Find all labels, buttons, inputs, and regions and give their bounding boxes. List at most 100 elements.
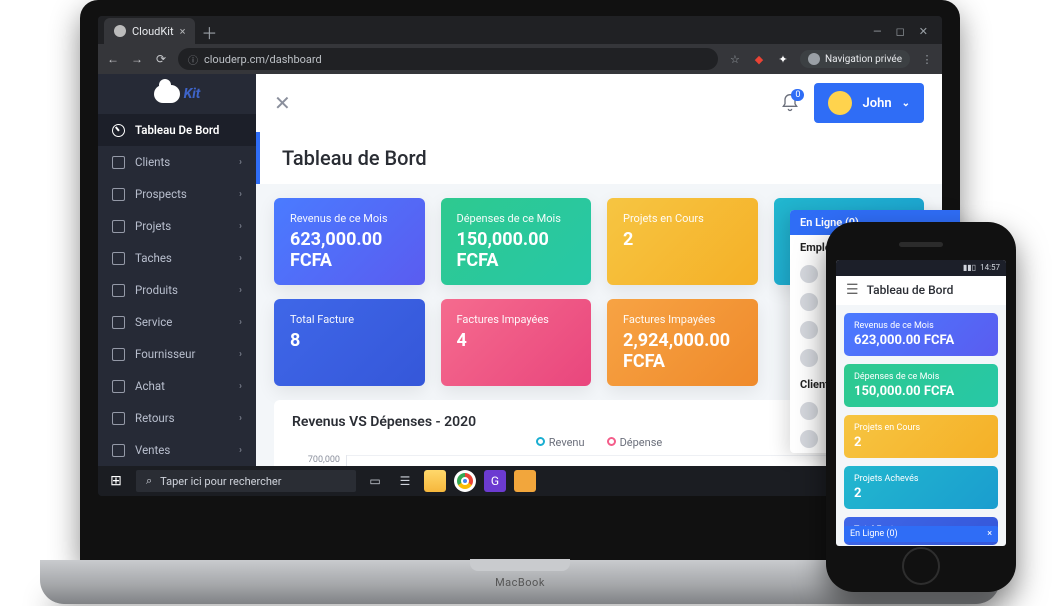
taskbar-search-placeholder: Taper ici pour rechercher	[160, 475, 281, 488]
phone-menu-button[interactable]: ☰	[846, 282, 859, 298]
taskbar-generic-icon[interactable]: ☰	[394, 470, 416, 492]
user-name: John	[862, 96, 891, 111]
file-explorer-icon[interactable]	[424, 470, 446, 492]
phone-online-bar[interactable]: En Ligne (0) ×	[844, 526, 998, 542]
brand-logo[interactable]: Kit	[98, 74, 256, 114]
window-maximize-button[interactable]: ◻	[896, 25, 905, 38]
app-topbar: ✕ 0 John ⌄	[256, 74, 942, 132]
stat-card-value: 8	[290, 330, 409, 351]
sidebar-item-10[interactable]: Ventes›	[98, 434, 256, 466]
sidebar-item-label: Produits	[135, 283, 178, 297]
taskview-icon[interactable]: ▭	[364, 470, 386, 492]
url-text: clouderp.cm/dashboard	[204, 53, 322, 66]
incognito-label: Navigation privée	[825, 54, 902, 65]
nav-reload-button[interactable]: ⟳	[154, 52, 168, 66]
sidebar-item-icon	[112, 220, 125, 233]
stat-card[interactable]: Projets en Cours 2	[607, 198, 758, 285]
new-tab-button[interactable]: ＋	[197, 20, 221, 44]
extension-red-icon[interactable]: ◆	[752, 52, 766, 66]
sidebar-item-9[interactable]: Retours›	[98, 402, 256, 434]
sidebar-item-icon	[112, 124, 125, 137]
sidebar-item-1[interactable]: Clients›	[98, 146, 256, 178]
taskbar-search[interactable]: ⌕ Taper ici pour rechercher	[136, 470, 356, 492]
stat-card[interactable]: Revenus de ce Mois623,000.00 FCFA	[274, 198, 425, 285]
legend-depense: Dépense	[607, 436, 663, 449]
sidebar-item-icon	[112, 284, 125, 297]
stat-card[interactable]: Total Facture8	[274, 299, 425, 386]
extension-puzzle-icon[interactable]: ✦	[776, 52, 790, 66]
phone-stat-card[interactable]: Revenus de ce Mois623,000.00 FCFA	[844, 313, 998, 356]
sidebar-item-3[interactable]: Projets ›	[98, 210, 256, 242]
bookmark-star-icon[interactable]: ☆	[728, 52, 742, 66]
y-tick: 700,000	[292, 455, 340, 465]
sidebar-item-0[interactable]: Tableau De Bord	[98, 114, 256, 146]
chevron-right-icon: ›	[239, 317, 242, 328]
stat-card-label: Projets en Cours	[623, 212, 742, 225]
phone-stat-card-value: 2	[854, 486, 988, 501]
user-menu-button[interactable]: John ⌄	[814, 83, 924, 123]
sidebar-item-label: Ventes	[135, 443, 170, 457]
chevron-right-icon: ›	[239, 381, 242, 392]
incognito-icon	[808, 53, 820, 65]
phone-stat-card-value: 150,000.00 FCFA	[854, 384, 988, 399]
stat-card-label: Dépenses de ce Mois	[457, 212, 576, 225]
chevron-right-icon: ›	[239, 349, 242, 360]
sidebar: Kit Tableau De BordClients›Prospects›Pro…	[98, 74, 256, 466]
browser-menu-icon[interactable]: ⋮	[920, 52, 934, 66]
browser-tab[interactable]: CloudKit ×	[104, 18, 195, 44]
tab-close-icon[interactable]: ×	[180, 25, 186, 38]
phone-mock: ▮▮▯ 14:57 ☰ Tableau de Bord Revenus de c…	[826, 222, 1016, 592]
avatar	[800, 430, 818, 448]
notifications-button[interactable]: 0	[780, 93, 800, 113]
menu-toggle-button[interactable]: ✕	[274, 91, 291, 115]
sidebar-item-label: Tableau De Bord	[135, 123, 219, 137]
nav-back-button[interactable]: ←	[106, 52, 120, 66]
phone-stat-card[interactable]: Projets en Cours2	[844, 415, 998, 458]
phone-online-label: En Ligne (0)	[850, 529, 898, 539]
sidebar-item-8[interactable]: Achat›	[98, 370, 256, 402]
sidebar-item-2[interactable]: Prospects›	[98, 178, 256, 210]
page-title: Tableau de Bord	[282, 146, 920, 170]
nav-forward-button[interactable]: →	[130, 52, 144, 66]
signal-icon: ▮▮▯	[963, 263, 976, 272]
phone-stat-card[interactable]: Projets Achevés 2	[844, 466, 998, 509]
taskbar-app-orange-icon[interactable]	[514, 470, 536, 492]
chevron-right-icon: ›	[239, 413, 242, 424]
start-button[interactable]: ⊞	[104, 473, 128, 489]
sidebar-item-4[interactable]: Taches›	[98, 242, 256, 274]
chevron-down-icon: ⌄	[902, 98, 910, 109]
window-minimize-button[interactable]: —	[873, 25, 882, 38]
site-info-icon: ⓘ	[188, 52, 198, 67]
phone-online-close-icon[interactable]: ×	[987, 529, 992, 539]
avatar	[828, 91, 852, 115]
chevron-right-icon: ›	[239, 221, 242, 232]
sidebar-item-7[interactable]: Fournisseur›	[98, 338, 256, 370]
taskbar-app-purple-icon[interactable]: G	[484, 470, 506, 492]
stat-card[interactable]: Dépenses de ce Mois150,000.00 FCFA	[441, 198, 592, 285]
sidebar-item-icon	[112, 380, 125, 393]
stat-card[interactable]: Factures Impayées2,924,000.00 FCFA	[607, 299, 758, 386]
sidebar-item-6[interactable]: Service ›	[98, 306, 256, 338]
stat-card-value: 4	[457, 330, 576, 351]
chart-plot	[346, 455, 906, 466]
sidebar-item-label: Projets	[135, 219, 171, 233]
stat-card-value: 2	[623, 229, 742, 250]
chevron-right-icon: ›	[239, 285, 242, 296]
url-field[interactable]: ⓘ clouderp.cm/dashboard	[178, 48, 718, 70]
tab-favicon-icon	[114, 25, 126, 37]
stat-card-value: 623,000.00 FCFA	[290, 229, 409, 271]
sidebar-item-icon	[112, 316, 125, 329]
chevron-right-icon: ›	[239, 253, 242, 264]
phone-stat-card-label: Projets Achevés	[854, 474, 988, 484]
laptop-hinge-notch	[470, 559, 570, 571]
phone-stat-card[interactable]: Dépenses de ce Mois150,000.00 FCFA	[844, 364, 998, 407]
stat-card[interactable]: Factures Impayées4	[441, 299, 592, 386]
window-close-button[interactable]: ✕	[919, 25, 928, 38]
phone-stat-card-label: Revenus de ce Mois	[854, 321, 988, 331]
chrome-icon[interactable]	[454, 470, 476, 492]
phone-page-title: Tableau de Bord	[867, 283, 954, 297]
sidebar-item-label: Service	[135, 315, 172, 329]
sidebar-item-5[interactable]: Produits ›	[98, 274, 256, 306]
chevron-right-icon: ›	[239, 157, 242, 168]
incognito-badge[interactable]: Navigation privée	[800, 50, 910, 68]
